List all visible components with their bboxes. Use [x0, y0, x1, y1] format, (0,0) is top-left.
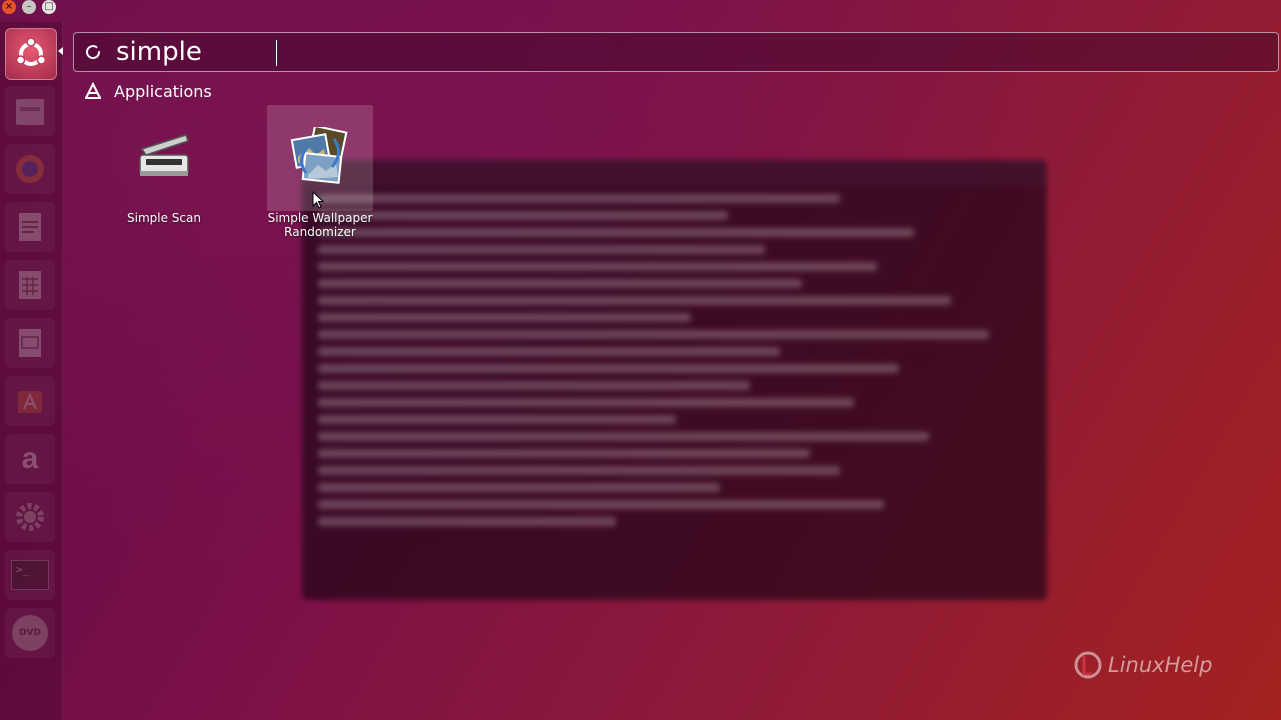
launcher-item-calc[interactable]: [5, 260, 55, 310]
launcher-active-arrow: [58, 47, 63, 55]
launcher-item-dash[interactable]: [5, 28, 57, 80]
ubuntu-logo-icon: [15, 37, 47, 66]
launcher-item-terminal[interactable]: >_: [5, 550, 55, 600]
launcher-item-software-center[interactable]: [5, 376, 55, 426]
software-center-icon: [18, 391, 42, 413]
linuxhelp-watermark: LinuxHelp: [1074, 650, 1212, 680]
text-caret: [276, 40, 277, 66]
launcher-item-firefox[interactable]: [5, 144, 55, 194]
wallpaper-photos-icon: [290, 124, 350, 187]
scanner-icon: [134, 127, 194, 187]
launcher-item-writer[interactable]: [5, 202, 55, 252]
result-label: Simple Scan: [127, 211, 201, 225]
dvd-icon: DVD: [12, 615, 48, 651]
launcher-item-impress[interactable]: [5, 318, 55, 368]
window-controls: × – □: [2, 0, 56, 14]
terminal-icon: >_: [11, 560, 49, 590]
dash-search-bar[interactable]: [73, 32, 1279, 72]
mouse-cursor-icon: [312, 191, 324, 209]
blurred-background-window: [302, 160, 1047, 600]
dvd-label: DVD: [19, 628, 41, 638]
amazon-icon: a: [21, 442, 39, 475]
launcher-item-files[interactable]: [5, 86, 55, 136]
launcher-item-dvd[interactable]: DVD: [5, 608, 55, 658]
category-title: Applications: [114, 81, 212, 101]
desktop: × – □ a >_ DVD simple Applications Simpl…: [0, 0, 1281, 720]
launcher-item-amazon[interactable]: a: [5, 434, 55, 484]
document-icon: [19, 213, 41, 241]
minimize-button[interactable]: –: [22, 0, 36, 14]
category-header[interactable]: Applications: [84, 80, 212, 102]
close-button[interactable]: ×: [2, 0, 16, 14]
presentation-icon: [19, 329, 41, 357]
launcher-item-settings[interactable]: [5, 492, 55, 542]
result-simple-scan[interactable]: Simple Scan: [111, 105, 217, 245]
maximize-button[interactable]: □: [42, 0, 56, 14]
loading-spinner-icon: [84, 43, 102, 61]
launcher: a >_ DVD: [0, 22, 63, 720]
search-input[interactable]: [116, 34, 1278, 70]
watermark-text: LinuxHelp: [1108, 653, 1213, 677]
file-cabinet-icon: [16, 99, 44, 125]
applications-icon: [85, 82, 101, 99]
result-simple-wallpaper-randomizer[interactable]: Simple Wallpaper Randomizer: [267, 105, 373, 245]
linuxhelp-logo-icon: [1074, 651, 1102, 679]
terminal-glyph: >_: [16, 563, 30, 576]
gear-icon: [16, 503, 44, 531]
spreadsheet-icon: [19, 271, 41, 299]
result-label: Simple Wallpaper Randomizer: [267, 211, 373, 239]
firefox-icon: [16, 155, 44, 183]
